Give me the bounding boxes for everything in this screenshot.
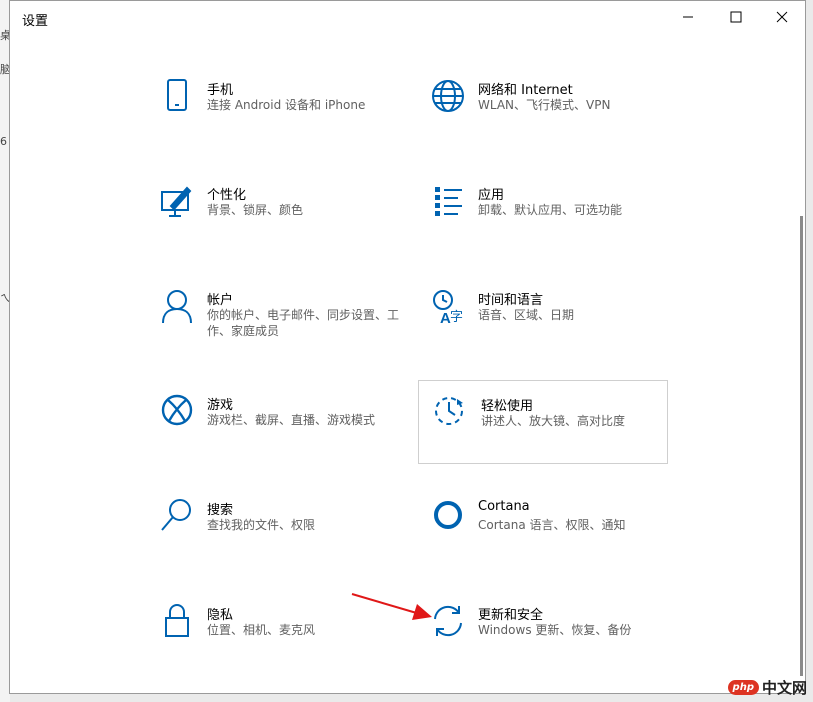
tile-description: 卸载、默认应用、可选功能 [478, 203, 623, 217]
tile-description: 查找我的文件、权限 [207, 518, 316, 532]
globe-icon [428, 77, 468, 117]
settings-tile-personalization[interactable]: 个性化 背景、锁屏、颜色 [157, 182, 407, 266]
settings-tile-gaming[interactable]: 游戏 游戏栏、截屏、直播、游戏模式 [157, 392, 407, 476]
tile-description: 讲述人、放大镜、高对比度 [481, 414, 626, 428]
svg-text:字: 字 [450, 310, 463, 325]
watermark-text: 中文网 [761, 679, 807, 697]
close-button[interactable] [759, 1, 805, 33]
close-icon [776, 11, 788, 23]
lock-icon [157, 602, 197, 642]
tile-title: Cortana [478, 499, 530, 514]
maximize-icon [730, 11, 742, 23]
watermark: php 中文网 [727, 677, 807, 698]
tile-description: 语音、区域、日期 [478, 308, 575, 322]
settings-tile-phone[interactable]: 手机 连接 Android 设备和 iPhone [157, 77, 407, 161]
apps-list-icon [428, 182, 468, 222]
ease-of-access-icon [429, 393, 469, 433]
minimize-button[interactable] [665, 1, 711, 33]
settings-tile-accounts[interactable]: 帐户 你的帐户、电子邮件、同步设置、工作、家庭成员 [157, 287, 407, 371]
settings-tile-privacy[interactable]: 隐私 位置、相机、麦克风 [157, 602, 407, 686]
tile-description: Windows 更新、恢复、备份 [478, 623, 632, 637]
settings-tile-update-security[interactable]: 更新和安全 Windows 更新、恢复、备份 [428, 602, 678, 686]
sync-icon [428, 602, 468, 642]
tile-title: 帐户 [207, 293, 234, 308]
tile-description: 背景、锁屏、颜色 [207, 203, 304, 217]
person-icon [157, 287, 197, 327]
tile-title: 轻松使用 [481, 399, 534, 414]
tile-description: WLAN、飞行模式、VPN [478, 98, 611, 112]
tile-description: Cortana 语言、权限、通知 [478, 518, 626, 532]
settings-tile-time-language[interactable]: A字 时间和语言 语音、区域、日期 [428, 287, 678, 371]
vertical-scrollbar[interactable] [800, 216, 803, 676]
settings-tile-apps[interactable]: 应用 卸载、默认应用、可选功能 [428, 182, 678, 266]
settings-tile-search[interactable]: 搜索 查找我的文件、权限 [157, 497, 407, 581]
minimize-icon [683, 16, 693, 18]
settings-tile-network[interactable]: 网络和 Internet WLAN、飞行模式、VPN [428, 77, 678, 161]
tile-description: 你的帐户、电子邮件、同步设置、工作、家庭成员 [207, 308, 400, 338]
settings-window: 设置 手机 连接 Android 设备和 iPhone 网络和 Internet… [9, 0, 806, 694]
tile-title: 时间和语言 [478, 293, 544, 308]
title-bar[interactable]: 设置 [10, 1, 805, 33]
tile-title: 手机 [207, 83, 234, 98]
tile-title: 个性化 [207, 188, 247, 203]
tile-description: 游戏栏、截屏、直播、游戏模式 [207, 413, 376, 427]
tile-title: 游戏 [207, 398, 234, 413]
tile-title: 网络和 Internet [478, 83, 573, 98]
window-title: 设置 [22, 14, 49, 29]
tile-title: 搜索 [207, 503, 234, 518]
search-icon [157, 497, 197, 537]
watermark-badge: php [727, 680, 759, 695]
settings-tile-cortana[interactable]: Cortana Cortana 语言、权限、通知 [428, 497, 678, 581]
tile-title: 隐私 [207, 608, 234, 623]
personalization-icon [157, 182, 197, 222]
tile-title: 应用 [478, 188, 505, 203]
settings-tile-ease-of-access[interactable]: 轻松使用 讲述人、放大镜、高对比度 [418, 380, 668, 464]
phone-icon [157, 77, 197, 117]
tile-description: 连接 Android 设备和 iPhone [207, 98, 366, 112]
xbox-icon [157, 392, 197, 432]
cortana-icon [428, 497, 468, 537]
tile-description: 位置、相机、麦克风 [207, 623, 316, 637]
maximize-button[interactable] [713, 1, 759, 33]
time-language-icon: A字 [428, 287, 468, 327]
tile-title: 更新和安全 [478, 608, 544, 623]
